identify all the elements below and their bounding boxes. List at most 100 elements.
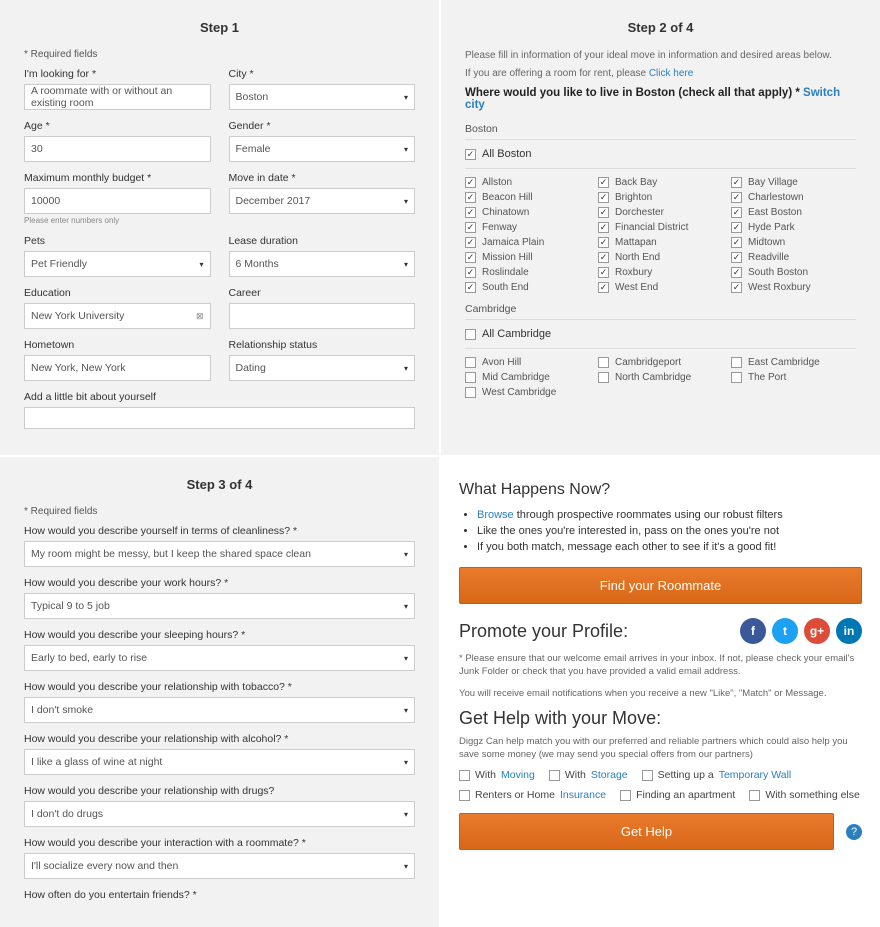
all-boston-checkbox[interactable] (465, 149, 476, 160)
neighborhood-checkbox[interactable] (598, 192, 609, 203)
step3-panel: Step 3 of 4 * Required fields How would … (0, 457, 439, 927)
neighborhood-checkbox[interactable] (731, 372, 742, 383)
browse-link[interactable]: Browse (477, 509, 514, 521)
looking-for-input[interactable]: A roommate with or without an existing r… (24, 84, 211, 110)
education-input[interactable]: New York University⊠ (24, 303, 211, 329)
question-select[interactable]: Typical 9 to 5 job▾ (24, 593, 415, 619)
neighborhood-label: Jamaica Plain (482, 237, 544, 248)
city-select[interactable]: Boston▾ (229, 84, 416, 110)
movein-select[interactable]: December 2017▾ (229, 188, 416, 214)
gender-label: Gender * (229, 120, 416, 132)
neighborhood-label: Readville (748, 252, 789, 263)
neighborhood-checkbox[interactable] (465, 207, 476, 218)
neighborhood-checkbox[interactable] (731, 267, 742, 278)
neighborhood-checkbox[interactable] (598, 357, 609, 368)
question-select[interactable]: I'll socialize every now and then▾ (24, 853, 415, 879)
step2-note1: Please fill in information of your ideal… (465, 49, 856, 63)
tempwall-link[interactable]: Temporary Wall (719, 769, 792, 781)
neighborhood-checkbox[interactable] (731, 282, 742, 293)
neighborhood-checkbox[interactable] (465, 387, 476, 398)
divider (465, 168, 856, 169)
get-help-button[interactable]: Get Help (459, 813, 834, 850)
career-label: Career (229, 287, 416, 299)
clear-icon[interactable]: ⊠ (196, 311, 204, 322)
neighborhood-checkbox[interactable] (598, 282, 609, 293)
neighborhood-label: East Boston (748, 207, 802, 218)
neighborhood-checkbox[interactable] (731, 357, 742, 368)
neighborhood-checkbox[interactable] (465, 192, 476, 203)
lease-select[interactable]: 6 Months▾ (229, 251, 416, 277)
question-select[interactable]: I don't do drugs▾ (24, 801, 415, 827)
chevron-down-icon: ▾ (199, 260, 203, 269)
neighborhood-checkbox[interactable] (598, 372, 609, 383)
tempwall-checkbox[interactable] (642, 770, 653, 781)
budget-input[interactable]: 10000 (24, 188, 211, 214)
relationship-select[interactable]: Dating▾ (229, 355, 416, 381)
insurance-link[interactable]: Insurance (560, 789, 606, 801)
neighborhood-checkbox[interactable] (465, 372, 476, 383)
moving-checkbox[interactable] (459, 770, 470, 781)
neighborhood-checkbox[interactable] (731, 237, 742, 248)
movein-label: Move in date * (229, 172, 416, 184)
neighborhood-checkbox[interactable] (598, 177, 609, 188)
neighborhood-checkbox[interactable] (731, 177, 742, 188)
neighborhood-checkbox[interactable] (598, 207, 609, 218)
google-plus-icon[interactable]: g+ (804, 618, 830, 644)
neighborhood-checkbox[interactable] (598, 222, 609, 233)
find-roommate-button[interactable]: Find your Roommate (459, 567, 862, 604)
neighborhood-checkbox[interactable] (731, 192, 742, 203)
neighborhood-checkbox[interactable] (465, 252, 476, 263)
click-here-link[interactable]: Click here (649, 68, 693, 79)
what-happens-heading: What Happens Now? (459, 481, 862, 499)
hometown-input[interactable]: New York, New York (24, 355, 211, 381)
question-select[interactable]: My room might be messy, but I keep the s… (24, 541, 415, 567)
question-select[interactable]: I don't smoke▾ (24, 697, 415, 723)
question-label: How would you describe your work hours? … (24, 577, 415, 589)
moving-link[interactable]: Moving (501, 769, 535, 781)
education-label: Education (24, 287, 211, 299)
age-input[interactable]: 30 (24, 136, 211, 162)
insurance-checkbox[interactable] (459, 790, 470, 801)
chevron-down-icon: ▾ (404, 197, 408, 206)
neighborhood-checkbox[interactable] (598, 252, 609, 263)
neighborhood-checkbox[interactable] (465, 222, 476, 233)
all-cambridge-checkbox[interactable] (465, 329, 476, 340)
question-select[interactable]: I like a glass of wine at night▾ (24, 749, 415, 775)
divider (465, 139, 856, 140)
career-input[interactable] (229, 303, 416, 329)
neighborhood-checkbox[interactable] (465, 357, 476, 368)
storage-checkbox[interactable] (549, 770, 560, 781)
neighborhood-checkbox[interactable] (731, 222, 742, 233)
about-textarea[interactable] (24, 407, 415, 429)
neighborhood-label: Chinatown (482, 207, 529, 218)
neighborhood-label: Midtown (748, 237, 785, 248)
question-select[interactable]: Early to bed, early to rise▾ (24, 645, 415, 671)
something-checkbox[interactable] (749, 790, 760, 801)
gender-select[interactable]: Female▾ (229, 136, 416, 162)
apartment-checkbox[interactable] (620, 790, 631, 801)
neighborhood-label: Brighton (615, 192, 652, 203)
twitter-icon[interactable]: t (772, 618, 798, 644)
neighborhood-label: Beacon Hill (482, 192, 533, 203)
linkedin-icon[interactable]: in (836, 618, 862, 644)
help-icon[interactable]: ? (846, 824, 862, 840)
neighborhood-label: Avon Hill (482, 357, 521, 368)
neighborhood-checkbox[interactable] (731, 207, 742, 218)
neighborhood-checkbox[interactable] (465, 177, 476, 188)
promote-heading: Promote your Profile: (459, 621, 628, 642)
chevron-down-icon: ▾ (404, 93, 408, 102)
step1-panel: Step 1 * Required fields I'm looking for… (0, 0, 439, 455)
neighborhood-label: Cambridgeport (615, 357, 681, 368)
hometown-label: Hometown (24, 339, 211, 351)
neighborhood-checkbox[interactable] (731, 252, 742, 263)
storage-link[interactable]: Storage (591, 769, 628, 781)
neighborhood-checkbox[interactable] (598, 237, 609, 248)
neighborhood-checkbox[interactable] (598, 267, 609, 278)
pets-select[interactable]: Pet Friendly▾ (24, 251, 211, 277)
step1-title: Step 1 (24, 20, 415, 35)
neighborhood-checkbox[interactable] (465, 237, 476, 248)
neighborhood-checkbox[interactable] (465, 267, 476, 278)
neighborhood-checkbox[interactable] (465, 282, 476, 293)
chevron-down-icon: ▾ (404, 810, 408, 819)
facebook-icon[interactable]: f (740, 618, 766, 644)
